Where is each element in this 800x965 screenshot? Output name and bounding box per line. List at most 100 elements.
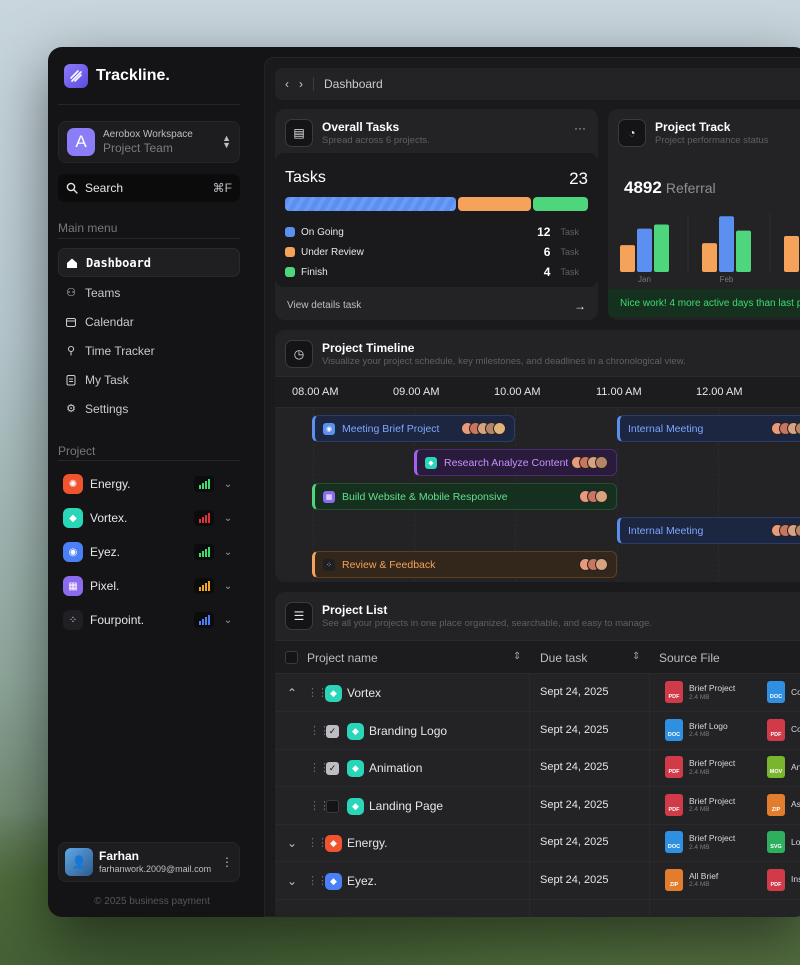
project-timeline-card: ◷ Project Timeline Visualize your projec… xyxy=(275,330,800,582)
source-file[interactable]: ZIP As xyxy=(767,793,800,816)
sort-icon[interactable]: ⇕ xyxy=(513,651,521,662)
chevron-left-icon[interactable]: ‹ xyxy=(285,77,289,91)
timeline-event[interactable]: ◆ Research Analyze Content xyxy=(414,449,617,476)
chevron-down-icon[interactable]: ⌄ xyxy=(221,479,235,490)
nav-settings[interactable]: ⚙ Settings xyxy=(58,394,240,423)
drag-handle-icon[interactable]: ⋮⋮ xyxy=(307,874,328,887)
source-file[interactable]: MOV An xyxy=(767,756,800,778)
nav-calendar[interactable]: Calendar xyxy=(58,307,240,336)
more-vertical-icon[interactable]: ⋮ xyxy=(221,855,233,869)
chevron-down-icon[interactable]: ⌄ xyxy=(221,615,235,626)
avatar-group xyxy=(571,456,608,469)
table-row[interactable]: ⋮⋮ ✓ ◆ Branding Logo Sept 24, 2025 DOC Brief… xyxy=(275,713,800,750)
column-header[interactable]: Source File xyxy=(659,651,720,665)
project-item-pixel[interactable]: ▦ Pixel. ⌄ xyxy=(58,572,240,600)
column-header[interactable]: Project name xyxy=(307,651,378,665)
footer-note: © 2025 business payment xyxy=(94,896,210,907)
timeline-event[interactable]: Internal Meeting xyxy=(617,415,800,442)
tasks-label: Tasks xyxy=(285,169,326,186)
timeline-event[interactable]: ◉ Meeting Brief Project xyxy=(312,415,515,442)
card-title: Overall Tasks xyxy=(322,120,400,134)
due-date: Sept 24, 2025 xyxy=(540,686,609,698)
file-name: An xyxy=(791,761,800,772)
timeline-event[interactable]: ▦ Build Website & Mobile Responsive xyxy=(312,483,617,510)
chevron-up-icon[interactable]: ⌃ xyxy=(287,686,297,700)
source-file[interactable]: PDF Ins xyxy=(767,868,800,891)
calendar-icon xyxy=(66,317,76,327)
nav-my-task[interactable]: My Task xyxy=(58,365,240,394)
row-checkbox[interactable]: ✓ xyxy=(326,762,339,775)
workspace-avatar: A xyxy=(67,128,95,156)
legend-ongoing: On Going 12 Task xyxy=(285,225,579,239)
source-file[interactable]: ZIP All Brief 2.4 MB xyxy=(665,868,718,891)
progress-review xyxy=(458,197,531,211)
file-icon: DOC xyxy=(665,831,683,853)
file-name: Co xyxy=(791,724,800,735)
source-file[interactable]: PDF Brief Project 2.4 MB xyxy=(665,756,735,778)
file-icon: ZIP xyxy=(665,868,683,891)
view-details-link[interactable]: View details task xyxy=(287,300,361,311)
project-item-fourpoint[interactable]: ⁘ Fourpoint. ⌄ xyxy=(58,606,240,634)
project-item-energy[interactable]: ✺ Energy. ⌄ xyxy=(58,470,240,498)
legend-count: 6 xyxy=(543,245,551,259)
event-icon: ⁘ xyxy=(323,558,335,571)
chevron-down-icon[interactable]: ⌄ xyxy=(221,513,235,524)
event-label: Review & Feedback xyxy=(342,558,436,571)
project-label: Pixel. xyxy=(90,579,120,593)
source-file[interactable]: PDF Brief Project 2.4 MB xyxy=(665,681,735,703)
drag-handle-icon[interactable]: ⋮⋮ xyxy=(307,686,328,699)
sort-icon[interactable]: ⇕ xyxy=(632,651,640,662)
row-checkbox[interactable]: ✓ xyxy=(326,724,339,738)
time-label: 12.00 AM xyxy=(696,386,743,398)
chevron-down-icon[interactable]: ⌄ xyxy=(287,836,297,850)
file-icon: PDF xyxy=(665,793,683,816)
select-all-checkbox[interactable] xyxy=(285,651,298,664)
row-checkbox[interactable] xyxy=(326,799,339,813)
card-title: Project List xyxy=(322,603,388,617)
project-item-vortex[interactable]: ◆ Vortex. ⌄ xyxy=(58,504,240,532)
event-icon: ◉ xyxy=(323,422,335,435)
table-row[interactable]: ⋮⋮ ✓ ◆ Animation Sept 24, 2025 PDF Brief Pro… xyxy=(275,750,800,787)
drag-handle-icon[interactable]: ⋮⋮ xyxy=(307,836,328,849)
more-horizontal-icon[interactable]: ··· xyxy=(574,121,586,135)
file-name: Brief Logo xyxy=(689,720,728,731)
table-row[interactable]: ⌄ ⋮⋮ ◆ Eyez. Sept 24, 2025 ZIP All Brief 2.4… xyxy=(275,863,800,900)
table-row[interactable]: ⋮⋮ ◆ Landing Page Sept 24, 2025 PDF Brief P… xyxy=(275,788,800,825)
search-input[interactable]: Search ⌘F xyxy=(58,174,240,202)
chevron-down-icon[interactable]: ⌄ xyxy=(221,547,235,558)
project-item-eyez[interactable]: ◉ Eyez. ⌄ xyxy=(58,538,240,566)
table-row[interactable]: ⌄ ⋮⋮ ◆ Energy. Sept 24, 2025 DOC Brief Proje… xyxy=(275,825,800,862)
timeline-event[interactable]: ⁘ Review & Feedback xyxy=(312,551,617,578)
nav-teams[interactable]: ⚇ Teams xyxy=(58,278,240,307)
nav-dashboard[interactable]: Dashboard xyxy=(58,248,240,277)
column-header[interactable]: Due task xyxy=(540,651,587,665)
brand[interactable]: Trackline. xyxy=(64,64,170,88)
divider xyxy=(58,104,240,105)
file-icon: DOC xyxy=(767,681,785,703)
table-row[interactable]: ⌃ ⋮⋮ ◆ Vortex Sept 24, 2025 PDF Brief Projec… xyxy=(275,675,800,712)
chart-pie-icon: ◔ xyxy=(618,119,646,147)
search-label: Search xyxy=(85,181,124,195)
progress-ongoing xyxy=(285,197,456,211)
nav-time-tracker[interactable]: ⚲ Time Tracker xyxy=(58,336,240,365)
chevron-down-icon[interactable]: ⌄ xyxy=(221,581,235,592)
source-file[interactable]: PDF Co xyxy=(767,718,800,741)
arrow-right-icon[interactable]: → xyxy=(574,299,586,313)
source-file[interactable]: SVG Lo xyxy=(767,831,800,853)
timeline-event[interactable]: Internal Meeting xyxy=(617,517,800,544)
search-shortcut: ⌘F xyxy=(212,181,232,195)
chevron-down-icon[interactable]: ⌄ xyxy=(287,874,297,888)
referral-label: Referral xyxy=(665,180,716,196)
breadcrumb: ‹ › Dashboard xyxy=(275,68,800,100)
workspace-switcher[interactable]: A Aerobox Workspace Project Team ▲ ▼ xyxy=(58,121,240,163)
card-title: Project Track xyxy=(655,120,731,134)
source-file[interactable]: DOC Brief Logo 2.4 MB xyxy=(665,718,728,741)
file-icon: PDF xyxy=(665,756,683,778)
source-file[interactable]: PDF Brief Project 2.4 MB xyxy=(665,793,735,816)
divider xyxy=(58,238,240,239)
avatar: 👤 xyxy=(65,848,93,876)
source-file[interactable]: DOC Co xyxy=(767,681,800,703)
user-profile[interactable]: 👤 Farhan farhanwork.2009@mail.com ⋮ xyxy=(58,842,240,882)
source-file[interactable]: DOC Brief Project 2.4 MB xyxy=(665,831,735,853)
chevron-right-icon[interactable]: › xyxy=(299,77,303,91)
